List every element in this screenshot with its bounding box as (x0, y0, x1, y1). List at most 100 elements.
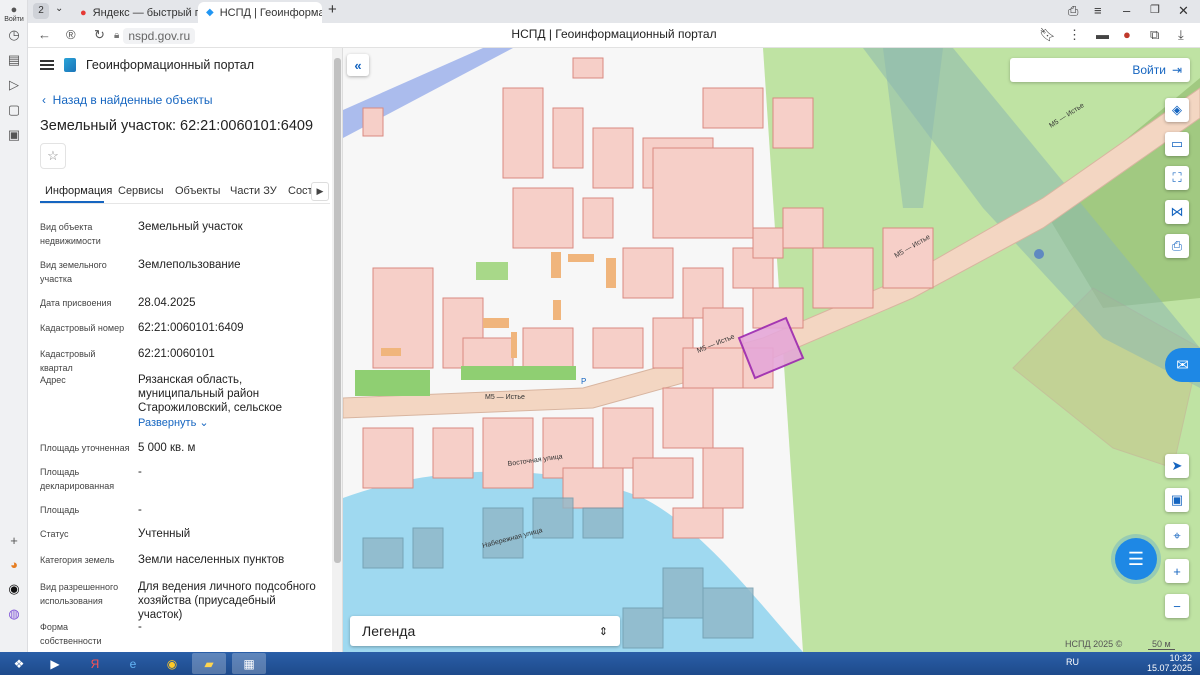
select-area-icon: ⛶ (1172, 170, 1182, 185)
minimize-icon[interactable]: – (1123, 3, 1130, 18)
start-button[interactable]: ❖ (2, 653, 36, 674)
tab-services[interactable]: Сервисы (118, 185, 164, 197)
star-icon: ☆ (47, 148, 59, 163)
app-orange-icon[interactable]: ◕ (6, 556, 22, 572)
back-arrow-icon[interactable]: ← (38, 27, 51, 42)
tab-information[interactable]: Информация (45, 185, 112, 197)
collapse-panel-button[interactable]: « (347, 54, 369, 76)
play-icon[interactable]: ▷ (6, 77, 22, 93)
field-value: 62:21:0060101 (138, 348, 215, 360)
address-bar: ← ® ↻ 🔒︎ nspd.gov.ru НСПД | Геоинформаци… (28, 23, 1200, 48)
profile-button[interactable]: ● Войти (4, 3, 24, 23)
ruler-button[interactable]: ▭ (1165, 132, 1189, 156)
legend-dropdown[interactable]: Легенда ⇕ (350, 616, 620, 646)
layers-button[interactable]: ◈ (1165, 98, 1189, 122)
extension2-icon[interactable]: ● (1123, 27, 1131, 42)
tab-counter-icon[interactable]: ▢ (6, 102, 22, 118)
select-area-button[interactable]: ⛶ (1165, 166, 1189, 190)
field-value: Земли населенных пунктов (138, 554, 285, 566)
collections-icon[interactable]: ▤ (6, 52, 22, 68)
screenshot-icon[interactable]: ▣ (6, 127, 22, 143)
windows-taskbar: ❖ ▶ Я e ◉ ▰ ▦ RU 10:32 15.07.2025 (0, 652, 1200, 675)
explorer-icon[interactable]: ▰ (192, 653, 226, 674)
map-view[interactable]: М5 — Истье М5 — Истье М5 — Истье М5 — Ис… (343, 48, 1200, 652)
close-window-icon[interactable]: ✕ (1178, 3, 1189, 19)
address-value: Рязанская область, муниципальный район С… (138, 374, 283, 414)
login-button[interactable]: Войти ⇥ (1010, 58, 1190, 82)
panel-header: Геоинформационный портал (40, 58, 254, 72)
maximize-icon[interactable]: ❐ (1150, 3, 1160, 16)
ie-icon[interactable]: e (116, 653, 150, 674)
tabs-next-button[interactable]: ▶ (311, 182, 329, 201)
add-icon[interactable]: + (6, 532, 22, 548)
map-canvas[interactable]: М5 — Истье М5 — Истье М5 — Истье М5 — Ис… (343, 48, 1200, 652)
app-dark-icon[interactable]: ◉ (6, 581, 22, 597)
bookmarks-icon[interactable]: ⎙ (1068, 3, 1078, 19)
browser-sidebar: ● Войти ◷ ▤ ▷ ▢ ▣ + ◕ ◉ ◍ (0, 0, 28, 652)
tabs-dropdown-icon[interactable]: ⌄ (55, 3, 63, 14)
chrome-icon[interactable]: ◉ (155, 653, 189, 674)
ruler-icon: ▭ (1170, 136, 1184, 151)
media-player-icon[interactable]: ▶ (38, 653, 72, 674)
menu-icon[interactable] (40, 60, 54, 70)
panel-scrollbar[interactable] (332, 48, 342, 652)
tab-counter[interactable]: 2 (33, 3, 49, 19)
field-value: Учтенный (138, 528, 191, 540)
map-scale: 50 м (1148, 639, 1175, 650)
scrollbar-thumb[interactable] (334, 58, 341, 563)
object-title: Земельный участок: 62:21:0060101:6409 (40, 118, 314, 134)
location-button[interactable]: ⌖ (1165, 524, 1189, 548)
yandex-protect-icon[interactable]: ® (66, 27, 76, 42)
windows-icon: ❖ (13, 656, 25, 671)
alice-icon[interactable]: ◍ (6, 606, 22, 622)
green-lot (461, 366, 576, 380)
pin-icon: ⌖ (1173, 528, 1181, 543)
field-label: Вид объекта недвижимости (40, 222, 101, 246)
url-field[interactable]: 🔒︎ nspd.gov.ru (114, 26, 1114, 45)
field-value: 5 000 кв. м (138, 442, 196, 454)
geolocate-button[interactable]: ➤ (1165, 454, 1189, 478)
field-label: Вид земельного участка (40, 260, 107, 284)
tab-parts[interactable]: Части ЗУ (230, 185, 277, 197)
back-to-results-link[interactable]: ‹ Назад в найденные объекты (42, 93, 213, 107)
favorite-button[interactable]: ☆ (40, 143, 66, 169)
menu-icon[interactable]: ≡ (1094, 3, 1102, 18)
more-icon[interactable]: ⋮ (1068, 27, 1081, 43)
print-button[interactable]: ⎙ (1165, 234, 1189, 258)
system-clock[interactable]: 10:32 15.07.2025 (1147, 653, 1192, 673)
navigation-icon: ➤ (1171, 458, 1183, 473)
double-chevron-left-icon: « (354, 57, 362, 73)
back-label: Назад в найденные объекты (52, 93, 213, 107)
bookmark-icon[interactable]: 🔖︎ (1039, 27, 1056, 43)
field-value: - (138, 504, 142, 516)
yandex-browser-icon[interactable]: Я (78, 653, 112, 674)
language-indicator[interactable]: RU (1066, 657, 1079, 667)
zoom-in-button[interactable]: + (1165, 559, 1189, 583)
tab-objects[interactable]: Объекты (175, 185, 220, 197)
sign-in-icon: ⇥ (1171, 63, 1182, 77)
sidebar-panel-icon[interactable]: ⧉ (1150, 27, 1159, 43)
chat-button[interactable]: ☰ (1115, 538, 1157, 580)
user-icon: ● (10, 3, 18, 16)
reload-icon[interactable]: ↻ (94, 27, 105, 43)
field-label: Площадь уточненная (40, 443, 130, 453)
history-icon[interactable]: ◷ (6, 27, 22, 43)
share-button[interactable]: ⋈ (1165, 200, 1189, 224)
field-label: Адрес (40, 375, 66, 385)
download-icon[interactable]: ⤓ (1178, 27, 1184, 43)
tab-nspd[interactable]: ◆ НСПД | Геоинформаци × (198, 2, 322, 23)
apps-icon[interactable]: ▦ (232, 653, 266, 674)
expand-link[interactable]: Развернуть ⌄ (138, 416, 209, 429)
minimap-icon: ▣ (1170, 492, 1184, 507)
field-value: - (138, 621, 142, 633)
support-button[interactable]: ✉ (1165, 348, 1200, 382)
field-value: Земельный участок (138, 221, 243, 233)
login-label: Войти (1132, 63, 1166, 77)
print-icon: ⎙ (1171, 238, 1183, 253)
zoom-out-button[interactable]: − (1165, 594, 1189, 618)
extension-icon[interactable]: ▬ (1096, 27, 1109, 42)
new-tab-button[interactable]: + (328, 1, 337, 18)
minimap-button[interactable]: ▣ (1165, 488, 1189, 512)
chevron-down-icon: ⌄ (199, 417, 209, 429)
field-label: Категория земель (40, 555, 115, 565)
